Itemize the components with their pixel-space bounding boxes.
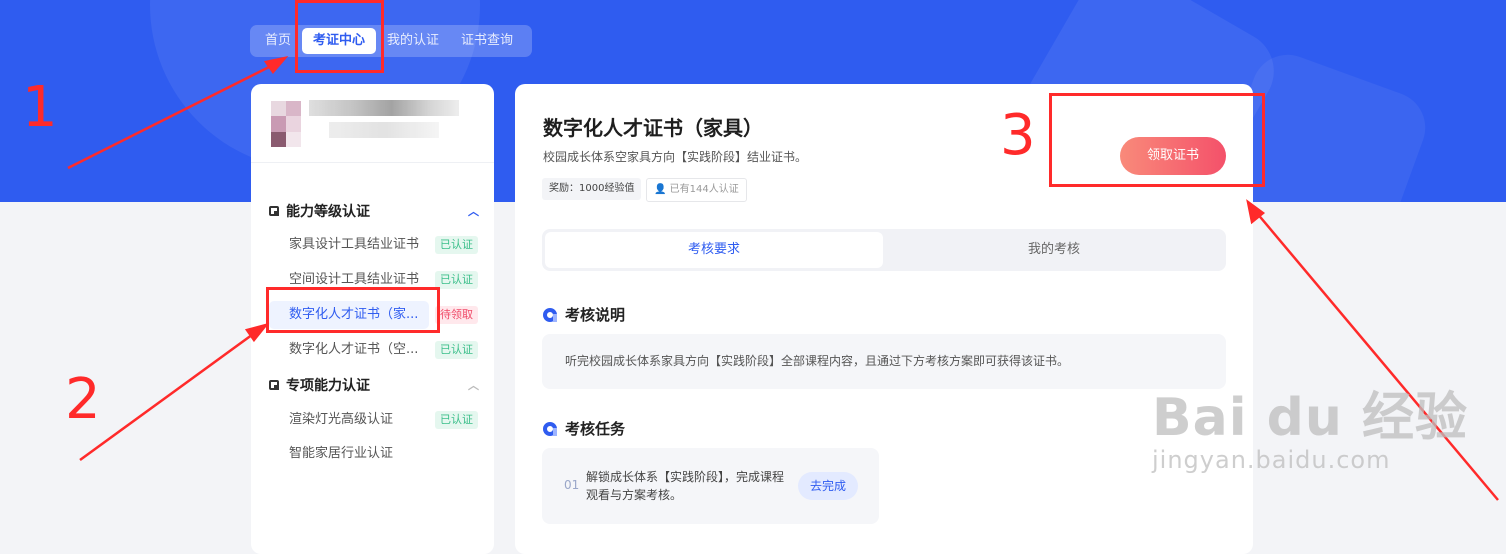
arrow-2 <box>79 330 257 462</box>
arrow-1 <box>67 62 276 170</box>
baidu-watermark: Bai du 经验 jingyan.baidu.com <box>1152 375 1468 474</box>
arrowhead-1 <box>263 56 289 75</box>
watermark-url: jingyan.baidu.com <box>1152 446 1391 474</box>
watermark-logo: Bai du 经验 <box>1152 388 1468 448</box>
